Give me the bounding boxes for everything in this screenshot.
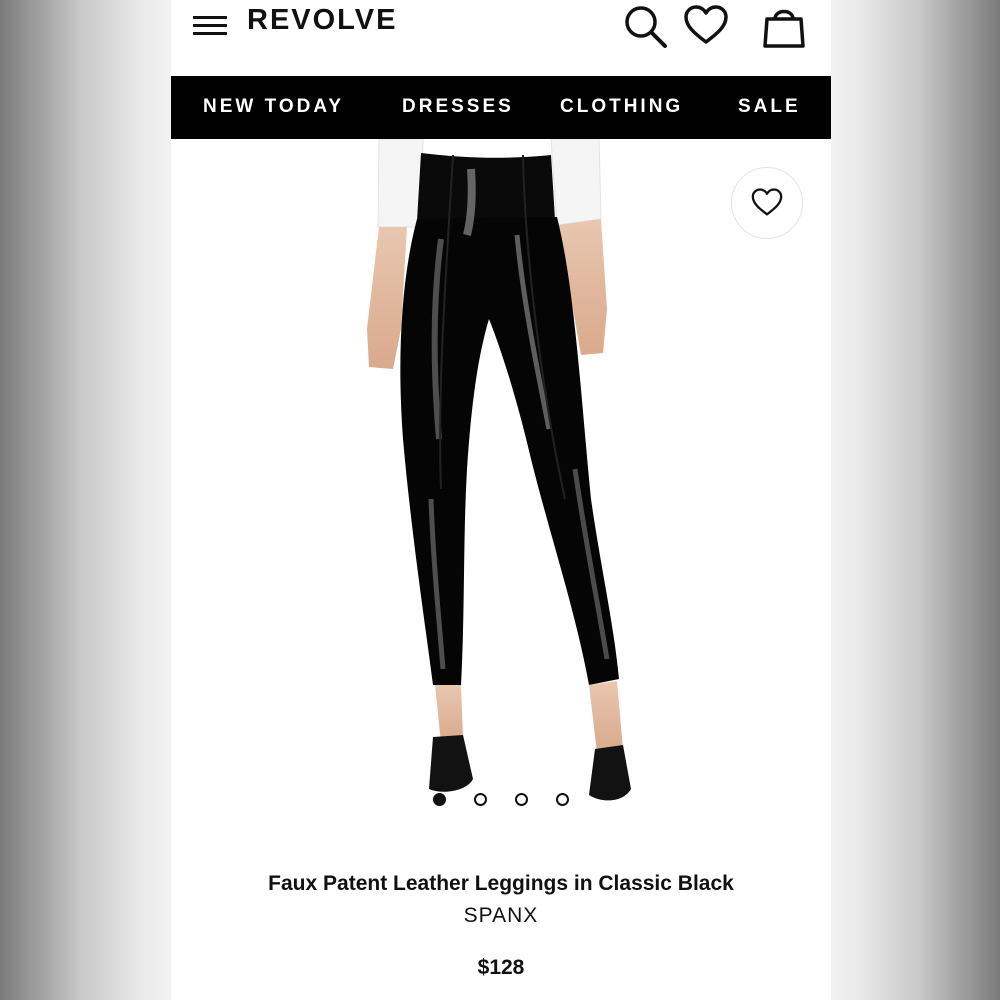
brand-logo[interactable]: REVOLVE	[247, 4, 397, 37]
heart-outline-icon	[751, 188, 783, 216]
nav-item-new-today[interactable]: NEW TODAY	[203, 96, 344, 118]
product-title: Faux Patent Leather Leggings in Classic …	[268, 872, 734, 895]
carousel-dot[interactable]	[474, 793, 487, 806]
nav-item-sale[interactable]: SALE	[738, 96, 801, 118]
carousel-dot[interactable]	[556, 793, 569, 806]
heart-icon[interactable]	[682, 2, 730, 50]
search-icon[interactable]	[621, 2, 669, 50]
shopping-bag-icon[interactable]	[760, 2, 808, 50]
nav-item-clothing[interactable]: CLOTHING	[560, 96, 683, 118]
menu-icon[interactable]	[191, 10, 231, 42]
add-to-wishlist-button[interactable]	[731, 167, 803, 239]
nav-item-dresses[interactable]: DRESSES	[402, 96, 514, 118]
carousel-dot[interactable]	[433, 793, 446, 806]
product-image-gallery[interactable]	[171, 139, 831, 829]
app-screen: REVOLVE NEW TODAY DRESSES CLOTHING SALE	[171, 0, 831, 1000]
category-nav: NEW TODAY DRESSES CLOTHING SALE	[171, 76, 831, 139]
product-photo	[367, 139, 631, 801]
product-brand[interactable]: SPANX	[171, 904, 831, 928]
carousel-dot[interactable]	[515, 793, 528, 806]
top-header: REVOLVE	[171, 0, 831, 76]
carousel-dots	[433, 793, 573, 809]
product-price: $128	[477, 956, 525, 979]
